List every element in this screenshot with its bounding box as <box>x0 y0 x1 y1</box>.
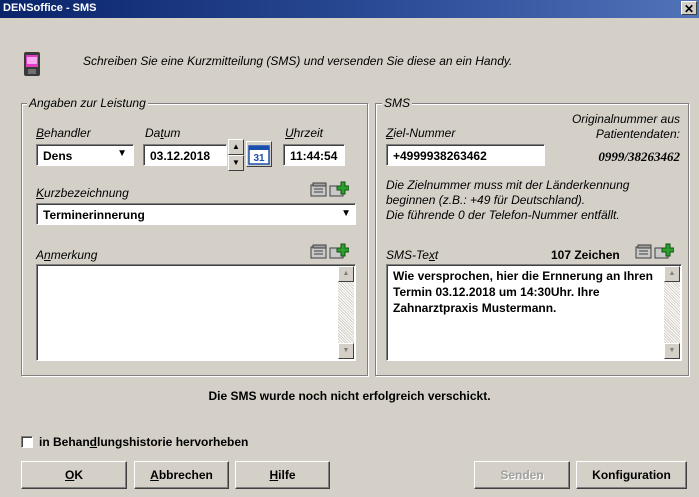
sms-phone-icon <box>24 52 40 76</box>
text-library-icon[interactable] <box>309 180 329 200</box>
sms-group-title: SMS <box>382 96 413 110</box>
ziel-nummer-value: +4999938263462 <box>393 149 487 163</box>
uhrzeit-label: Uhrzeit <box>285 126 324 140</box>
highlight-checkbox-label[interactable]: in Behandlungshistorie hervorheben <box>39 435 248 449</box>
anmerkung-icon-group <box>309 242 349 262</box>
highlight-checkbox[interactable] <box>21 436 33 448</box>
window-title: DENSoffice - SMS <box>3 2 97 14</box>
add-text-icon[interactable] <box>329 242 349 262</box>
kurzbezeichnung-value: Terminerinnerung <box>43 208 145 222</box>
anmerkung-scrollbar[interactable]: ▲ ▼ <box>338 266 354 359</box>
original-number-label: Originalnummer aus Patientendaten: <box>571 112 680 141</box>
char-count: 107 Zeichen <box>551 248 620 262</box>
spin-down-icon[interactable]: ▼ <box>228 155 244 171</box>
svg-text:31: 31 <box>253 153 265 164</box>
behandler-value: Dens <box>43 149 73 163</box>
scroll-down-icon[interactable]: ▼ <box>338 343 354 359</box>
chevron-down-icon: ▼ <box>341 208 351 219</box>
kurzbezeichnung-select[interactable]: Terminerinnerung ▼ <box>36 203 356 225</box>
abbrechen-button[interactable]: Abbrechen <box>134 461 229 489</box>
sms-icon-group <box>634 242 674 262</box>
konfiguration-button[interactable]: Konfiguration <box>576 461 687 489</box>
kurz-icon-group <box>309 180 349 200</box>
text-library-icon[interactable] <box>309 242 329 262</box>
uhrzeit-value: 11:44:54 <box>290 149 338 163</box>
add-text-icon[interactable] <box>329 180 349 200</box>
behandler-label: Behandler <box>36 126 91 140</box>
calendar-button[interactable]: 31 <box>246 141 272 167</box>
ziel-nummer-label: Ziel-Nummer <box>386 126 456 140</box>
datum-spinner[interactable]: ▲ ▼ <box>228 139 244 171</box>
senden-button[interactable]: Senden <box>474 461 570 489</box>
sms-text-value: Wie versprochen, hier die Ernnerung an I… <box>393 269 653 315</box>
uhrzeit-input[interactable]: 11:44:54 <box>283 144 345 166</box>
original-number-value: 0999/38263462 <box>598 149 680 164</box>
ok-button[interactable]: OK <box>21 461 127 489</box>
close-icon: ✕ <box>683 2 695 16</box>
behandler-select[interactable]: Dens ▼ <box>36 144 134 166</box>
sms-text-scrollbar[interactable]: ▲ ▼ <box>664 266 680 359</box>
status-message: Die SMS wurde noch nicht erfolgreich ver… <box>208 389 491 403</box>
close-button[interactable]: ✕ <box>681 1 697 16</box>
calendar-icon: 31 <box>248 145 270 165</box>
ziel-nummer-input[interactable]: +4999938263462 <box>386 144 545 166</box>
title-bar: DENSoffice - SMS ✕ <box>0 0 699 18</box>
intro-text: Schreiben Sie eine Kurzmitteilung (SMS) … <box>83 54 513 68</box>
scroll-up-icon[interactable]: ▲ <box>664 266 680 282</box>
anmerkung-textarea[interactable]: ▲ ▼ <box>36 264 356 361</box>
kurzbezeichnung-label: Kurzbezeichnung <box>36 186 129 200</box>
chevron-down-icon: ▼ <box>117 148 127 159</box>
hint-text: Die Zielnummer muss mit der Länderkennun… <box>386 178 630 222</box>
anmerkung-label: Anmerkung <box>36 248 98 262</box>
datum-label: Datum <box>145 126 181 140</box>
leistung-group-title: Angaben zur Leistung <box>27 96 148 110</box>
hilfe-button[interactable]: Hilfe <box>235 461 330 489</box>
text-library-icon[interactable] <box>634 242 654 262</box>
sms-text-label: SMS-Text <box>386 248 439 262</box>
scroll-up-icon[interactable]: ▲ <box>338 266 354 282</box>
scroll-down-icon[interactable]: ▼ <box>664 343 680 359</box>
datum-input[interactable]: 03.12.2018 <box>143 144 227 166</box>
sms-text-area[interactable]: Wie versprochen, hier die Ernnerung an I… <box>386 264 682 361</box>
datum-value: 03.12.2018 <box>150 149 211 163</box>
add-text-icon[interactable] <box>654 242 674 262</box>
spin-up-icon[interactable]: ▲ <box>228 139 244 155</box>
